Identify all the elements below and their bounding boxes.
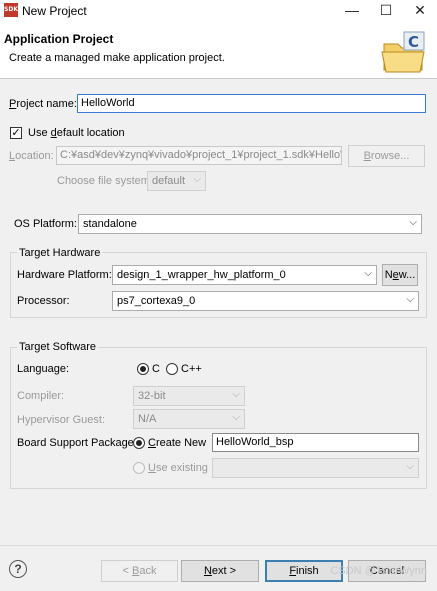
hypervisor-guest-select[interactable]: N/A ⌵ xyxy=(133,409,245,429)
chevron-down-icon: ⌵ xyxy=(193,174,201,185)
wizard-title: Application Project xyxy=(4,32,114,46)
bsp-existing-select[interactable]: ⌵ xyxy=(212,458,419,478)
browse-button[interactable]: Browse... xyxy=(348,145,425,167)
hypervisor-guest-label: Hypervisor Guest: xyxy=(17,414,106,426)
next-button[interactable]: Next > xyxy=(181,560,259,582)
bsp-create-new-radio[interactable] xyxy=(133,437,145,449)
target-hardware-legend: Target Hardware xyxy=(17,247,103,259)
bsp-use-existing-radio[interactable] xyxy=(133,462,145,474)
chevron-down-icon: ⌵ xyxy=(406,294,414,305)
processor-label: Processor: xyxy=(17,295,70,307)
chevron-down-icon: ⌵ xyxy=(232,389,240,400)
processor-select[interactable]: ps7_cortexa9_0 ⌵ xyxy=(112,291,419,311)
folder-c-icon: C xyxy=(381,31,425,73)
window-title: New Project xyxy=(22,4,87,18)
chevron-down-icon: ⌵ xyxy=(364,268,372,279)
svg-text:C: C xyxy=(408,33,419,51)
location-input[interactable]: C:¥asd¥dev¥zynq¥vivado¥project_1¥project… xyxy=(56,146,342,165)
project-name-label: Project name: xyxy=(9,98,77,110)
hardware-platform-value: design_1_wrapper_hw_platform_0 xyxy=(117,269,286,281)
bsp-label: Board Support Package: xyxy=(17,437,137,449)
help-icon[interactable]: ? xyxy=(9,560,27,578)
language-cpp-label: C++ xyxy=(181,363,202,375)
file-system-value: default xyxy=(152,175,186,187)
chevron-down-icon: ⌵ xyxy=(232,412,240,423)
language-c-label: C xyxy=(152,363,160,375)
language-label: Language: xyxy=(17,363,69,375)
bsp-name-input[interactable]: HelloWorld_bsp xyxy=(212,433,419,452)
location-label: Location: xyxy=(9,150,54,162)
maximize-icon[interactable]: ☐ xyxy=(369,0,403,22)
wizard-header xyxy=(0,22,437,79)
use-default-location-checkbox[interactable]: ✓ xyxy=(10,127,22,139)
compiler-value: 32-bit xyxy=(138,390,166,402)
processor-value: ps7_cortexa9_0 xyxy=(117,295,196,307)
compiler-select[interactable]: 32-bit ⌵ xyxy=(133,386,245,406)
sdk-app-icon: SDK xyxy=(4,3,18,17)
file-system-select[interactable]: default ⌵ xyxy=(147,171,206,191)
hypervisor-guest-value: N/A xyxy=(138,413,157,425)
hardware-platform-label: Hardware Platform: xyxy=(17,269,112,281)
wizard-description: Create a managed make application projec… xyxy=(9,52,225,64)
os-platform-value: standalone xyxy=(83,218,137,230)
bsp-create-new-label: Create New xyxy=(148,437,207,449)
file-system-label: Choose file system: xyxy=(57,175,153,187)
language-cpp-radio[interactable] xyxy=(166,363,178,375)
target-software-legend: Target Software xyxy=(17,341,99,353)
minimize-icon[interactable]: — xyxy=(335,0,369,22)
language-c-radio[interactable] xyxy=(137,363,149,375)
hardware-platform-select[interactable]: design_1_wrapper_hw_platform_0 ⌵ xyxy=(112,265,377,285)
chevron-down-icon: ⌵ xyxy=(409,217,417,228)
bsp-use-existing-label: Use existing xyxy=(148,462,208,474)
chevron-down-icon: ⌵ xyxy=(406,461,414,472)
compiler-label: Compiler: xyxy=(17,390,65,402)
back-button[interactable]: < Back xyxy=(101,560,178,582)
os-platform-label: OS Platform: xyxy=(14,218,77,230)
close-icon[interactable]: ✕ xyxy=(403,0,437,22)
new-hardware-button[interactable]: New... xyxy=(382,264,418,286)
os-platform-select[interactable]: standalone ⌵ xyxy=(78,214,422,234)
watermark-text: CSDN @TsierWynn xyxy=(330,565,427,577)
use-default-location-label: Use default location xyxy=(28,127,125,139)
project-name-input[interactable]: HelloWorld xyxy=(77,94,426,113)
